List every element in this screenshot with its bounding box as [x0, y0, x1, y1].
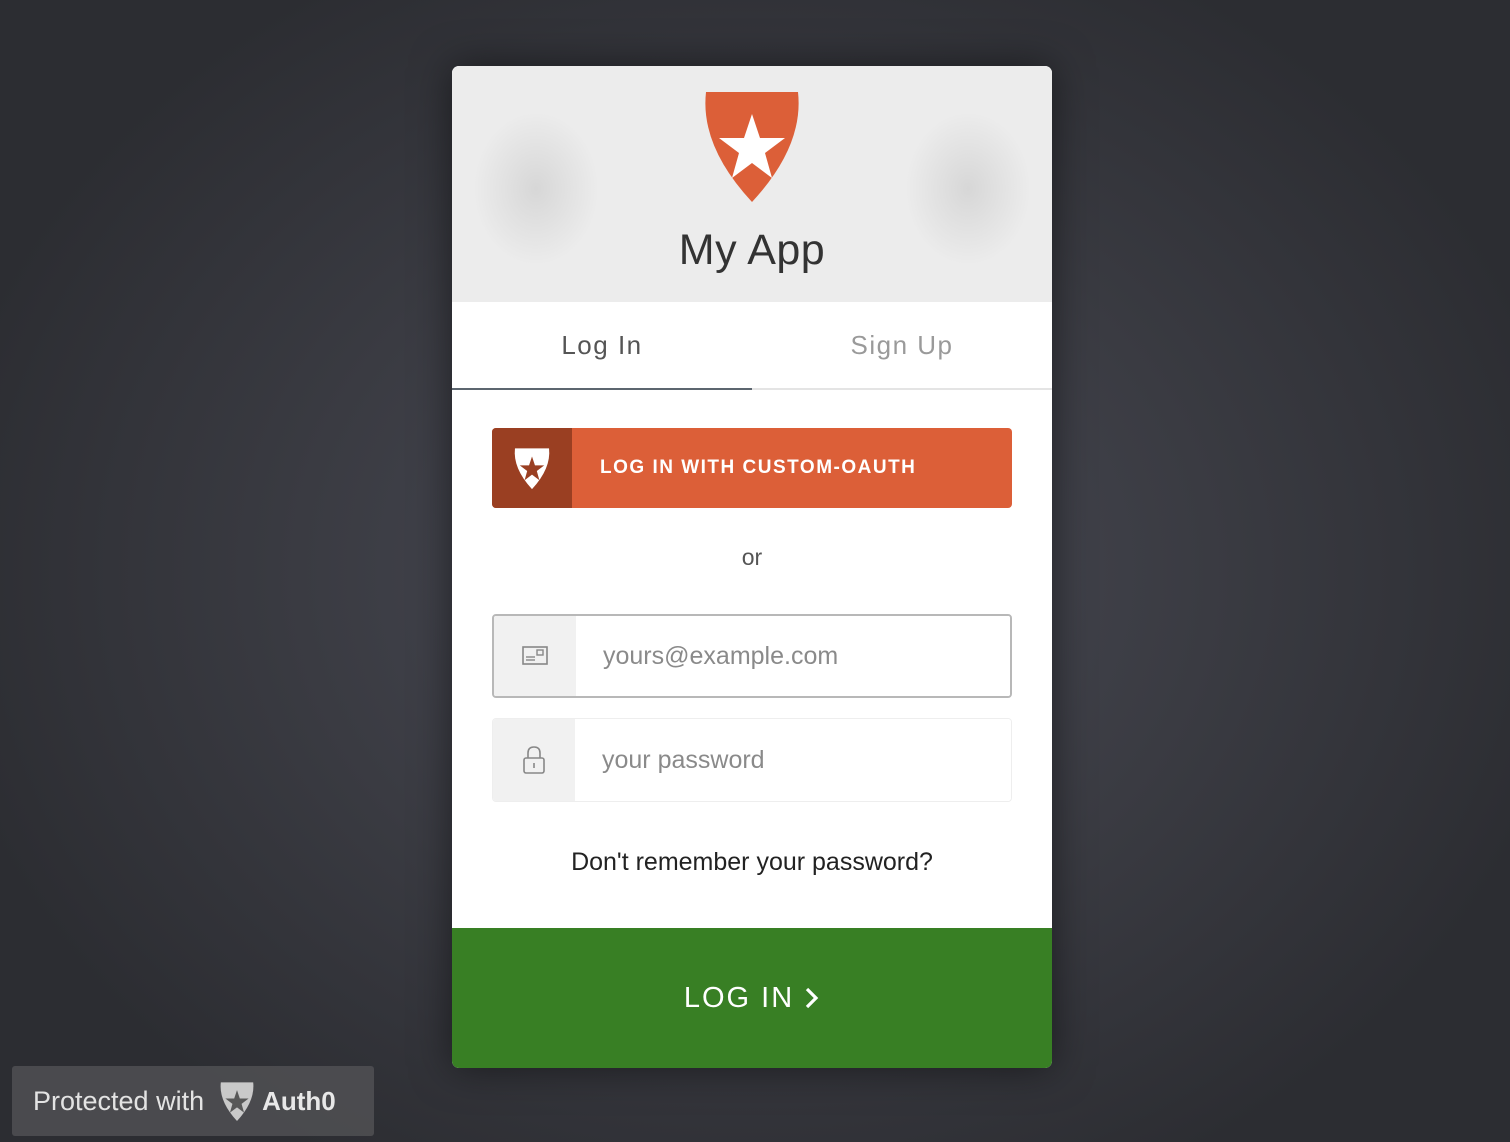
badge-brand: Auth0: [262, 1085, 336, 1116]
password-input[interactable]: [575, 719, 1011, 801]
submit-label: LOG IN: [683, 981, 795, 1014]
log-in-submit-button[interactable]: LOG IN: [452, 928, 1052, 1068]
email-field: [492, 614, 1012, 698]
chevron-right-icon: [804, 986, 820, 1010]
tab-log-in[interactable]: Log In: [452, 302, 752, 390]
card-header: My App: [452, 66, 1052, 302]
protected-with-auth0-badge[interactable]: Protected with Auth0: [12, 1066, 374, 1136]
badge-text: Protected with: [33, 1085, 205, 1116]
login-card: My App Log In Sign Up LOG IN WITH CUSTOM…: [452, 66, 1052, 1068]
auth0-logo-icon: [705, 92, 799, 202]
or-separator: or: [741, 544, 763, 570]
oauth-icon-box: [492, 428, 572, 508]
auth0-shield-star-icon: [218, 1080, 256, 1122]
app-title: My App: [678, 226, 826, 274]
envelope-icon-box: [494, 616, 576, 696]
email-input[interactable]: [576, 616, 1010, 696]
envelope-icon: [522, 646, 548, 665]
password-field: [492, 718, 1012, 802]
auth0-shield-star-icon: [514, 448, 550, 490]
custom-oauth-login-button[interactable]: LOG IN WITH CUSTOM-OAUTH: [492, 428, 1012, 508]
lock-icon: [523, 746, 545, 774]
forgot-password-link[interactable]: Don't remember your password?: [452, 848, 1052, 877]
oauth-button-label: LOG IN WITH CUSTOM-OAUTH: [600, 457, 917, 478]
tab-sign-up[interactable]: Sign Up: [752, 302, 1052, 388]
auth-tabs: Log In Sign Up: [452, 302, 1052, 390]
lock-icon-box: [493, 719, 575, 801]
